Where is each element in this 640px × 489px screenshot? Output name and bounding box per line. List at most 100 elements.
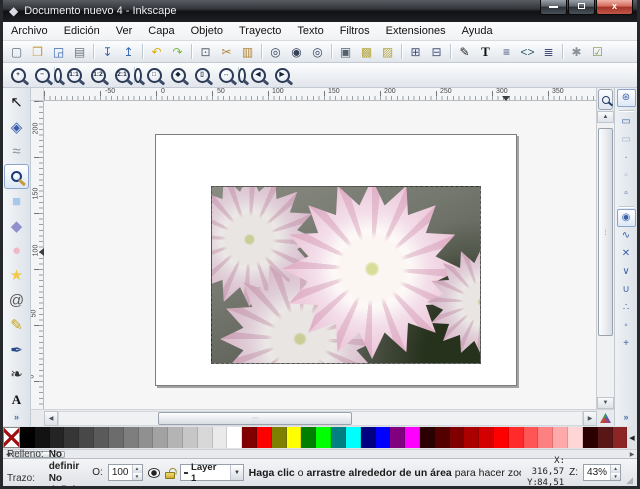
menu-objeto[interactable]: Objeto bbox=[183, 23, 231, 39]
xml-editor-button[interactable]: <> bbox=[517, 42, 538, 61]
palette-swatch[interactable] bbox=[64, 427, 79, 448]
sticky-zoom-toggle[interactable] bbox=[598, 89, 613, 110]
palette-swatch[interactable] bbox=[242, 427, 257, 448]
duplicate-button[interactable]: ▣ bbox=[335, 42, 356, 61]
snap-bounding-box[interactable]: ▭ bbox=[617, 113, 636, 131]
palette-swatch[interactable] bbox=[94, 427, 109, 448]
zoom-in-button[interactable]: + bbox=[6, 65, 30, 86]
palette-swatch[interactable] bbox=[153, 427, 168, 448]
palette-swatch[interactable] bbox=[420, 427, 435, 448]
separator[interactable] bbox=[188, 42, 195, 61]
spin-down-arrow[interactable]: ▼ bbox=[611, 473, 620, 481]
palette-swatch[interactable] bbox=[538, 427, 553, 448]
align-distribute-button[interactable]: ≣ bbox=[538, 42, 559, 61]
vscroll-thumb[interactable]: ⋮ bbox=[598, 128, 613, 336]
current-layer-selector[interactable]: Layer 1 ▼ bbox=[180, 464, 244, 481]
palette-swatch[interactable] bbox=[227, 427, 242, 448]
palette-swatch[interactable] bbox=[272, 427, 287, 448]
snap-bbox-edges[interactable]: ▭ bbox=[617, 131, 636, 149]
spiral-tool[interactable]: @ bbox=[4, 288, 29, 313]
separator[interactable] bbox=[90, 42, 97, 61]
new-document-button[interactable]: ▢ bbox=[6, 42, 27, 61]
pencil-tool[interactable]: ✎ bbox=[4, 313, 29, 338]
menu-archivo[interactable]: Archivo bbox=[3, 23, 56, 39]
palette-swatch[interactable] bbox=[183, 427, 198, 448]
palette-swatch[interactable] bbox=[124, 427, 139, 448]
palette-swatch[interactable] bbox=[598, 427, 613, 448]
zoom-drawing-button[interactable]: ◆ bbox=[166, 65, 190, 86]
palette-swatch[interactable] bbox=[198, 427, 213, 448]
menu-trayecto[interactable]: Trayecto bbox=[231, 23, 289, 39]
palette-swatch[interactable] bbox=[583, 427, 598, 448]
zoom-to-drawing-button[interactable]: ◉ bbox=[286, 42, 307, 61]
palette-swatch[interactable] bbox=[50, 427, 65, 448]
palette-more-arrow[interactable]: ◀ bbox=[627, 427, 637, 448]
ungroup-button[interactable]: ⊟ bbox=[426, 42, 447, 61]
layer-unlocked-icon[interactable] bbox=[165, 472, 174, 479]
separator[interactable] bbox=[258, 42, 265, 61]
resize-grip[interactable]: ◢ bbox=[626, 475, 633, 486]
snap-object-centers[interactable]: ◦ bbox=[617, 317, 636, 335]
palette-swatch[interactable] bbox=[524, 427, 539, 448]
palette-swatch[interactable] bbox=[168, 427, 183, 448]
text-dialog-button[interactable]: T bbox=[475, 42, 496, 61]
restore-button[interactable] bbox=[568, 0, 595, 15]
menu-ver[interactable]: Ver bbox=[108, 23, 141, 39]
palette-swatch[interactable] bbox=[494, 427, 509, 448]
palette-swatch[interactable] bbox=[613, 427, 628, 448]
box-3d-tool[interactable]: ◆ bbox=[4, 214, 29, 239]
snap-rotation-centers[interactable]: + bbox=[617, 335, 636, 353]
palette-swatch[interactable] bbox=[35, 427, 50, 448]
menu-texto[interactable]: Texto bbox=[289, 23, 331, 39]
layer-visibility-eye-icon[interactable] bbox=[148, 468, 161, 478]
zoom-to-selection-button[interactable]: ◎ bbox=[265, 42, 286, 61]
zoom-previous-button[interactable]: ◀ bbox=[246, 65, 270, 86]
menu-edicion[interactable]: Edición bbox=[56, 23, 108, 39]
separator[interactable] bbox=[559, 42, 566, 61]
preferences-button[interactable]: ✱ bbox=[566, 42, 587, 61]
palette-swatch[interactable] bbox=[109, 427, 124, 448]
menu-capa[interactable]: Capa bbox=[140, 23, 182, 39]
palette-swatch[interactable] bbox=[361, 427, 376, 448]
save-document-button[interactable]: ◲ bbox=[48, 42, 69, 61]
palette-swatch[interactable] bbox=[450, 427, 465, 448]
close-button[interactable]: x bbox=[596, 0, 633, 15]
opacity-spinbox[interactable]: 100 ▲▼ bbox=[108, 464, 143, 481]
hscroll-right-arrow[interactable]: ▶ bbox=[583, 411, 597, 426]
palette-swatch[interactable] bbox=[390, 427, 405, 448]
separator[interactable] bbox=[139, 42, 146, 61]
zoom-page-width-button[interactable]: ↔ bbox=[214, 65, 238, 86]
open-document-button[interactable]: ❒ bbox=[27, 42, 48, 61]
snap-cusp-nodes[interactable]: ∨ bbox=[617, 263, 636, 281]
zoom-page-button[interactable]: ▯ bbox=[190, 65, 214, 86]
text-tool[interactable]: A bbox=[4, 387, 29, 412]
ellipse-tool[interactable]: ● bbox=[4, 239, 29, 264]
palette-swatch[interactable] bbox=[553, 427, 568, 448]
palette-swatch[interactable] bbox=[20, 427, 35, 448]
zoom-next-button[interactable]: ▶ bbox=[270, 65, 294, 86]
chevron-down-icon[interactable]: ▼ bbox=[230, 465, 242, 480]
snap-midpoints[interactable]: ∴ bbox=[617, 299, 636, 317]
zoom-tool[interactable] bbox=[4, 164, 29, 189]
separator[interactable] bbox=[398, 42, 405, 61]
horizontal-ruler[interactable]: -50 0 50 100 150 200 250 300 bbox=[44, 88, 596, 101]
snap-enabled-toggle[interactable]: ⊛ bbox=[617, 89, 636, 107]
redo-button[interactable]: ↷ bbox=[167, 42, 188, 61]
separator[interactable] bbox=[447, 42, 454, 61]
snap-smooth-nodes[interactable]: ∪ bbox=[617, 281, 636, 299]
palette-swatch[interactable] bbox=[346, 427, 361, 448]
menu-extensiones[interactable]: Extensiones bbox=[378, 23, 454, 39]
node-editor-tool[interactable]: ◈ bbox=[4, 115, 29, 140]
zoom-to-page-button[interactable]: ◎ bbox=[307, 42, 328, 61]
zoom-selection-button[interactable]: □ bbox=[142, 65, 166, 86]
palette-swatch[interactable] bbox=[139, 427, 154, 448]
selector-tool[interactable]: ↖ bbox=[4, 90, 29, 115]
pen-tool[interactable]: ✒ bbox=[4, 338, 29, 363]
minimize-button[interactable] bbox=[540, 0, 567, 15]
spin-up-arrow[interactable]: ▲ bbox=[133, 465, 142, 473]
menu-filtros[interactable]: Filtros bbox=[332, 23, 378, 39]
hscroll-track[interactable]: ⋯ bbox=[58, 411, 583, 426]
vscroll-up-arrow[interactable]: ▲ bbox=[597, 111, 614, 123]
paste-button[interactable]: ▥ bbox=[237, 42, 258, 61]
snapbar-overflow-chevron[interactable]: » bbox=[623, 412, 628, 422]
